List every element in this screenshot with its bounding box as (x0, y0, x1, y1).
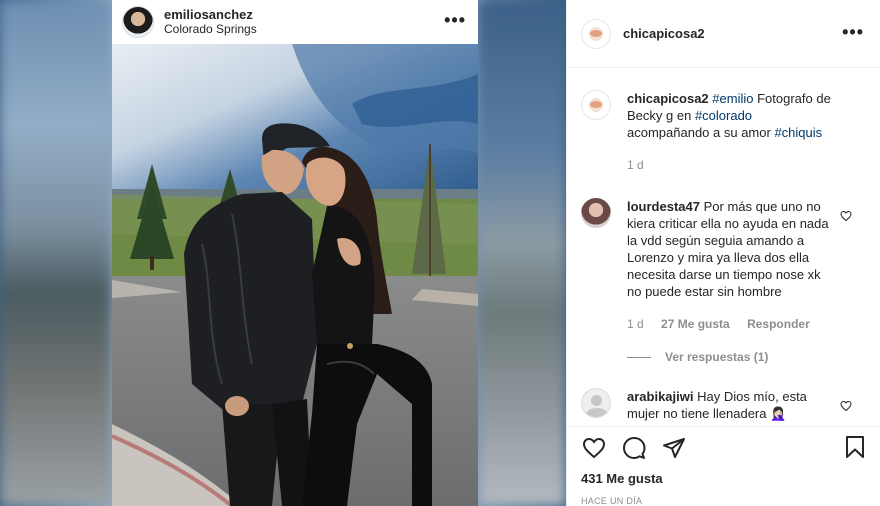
post-location[interactable]: Colorado Springs (164, 22, 257, 37)
comment-username[interactable]: lourdesta47 (627, 199, 700, 214)
caption-time[interactable]: 1 d (627, 158, 644, 172)
hashtag-chiquis[interactable]: #chiquis (774, 125, 822, 140)
commenter-avatar[interactable] (581, 198, 611, 228)
comment-meta: 1 d 27 Me gusta Responder (627, 316, 837, 333)
post-timestamp[interactable]: HACE UN DÍA (581, 496, 866, 506)
hashtag-colorado[interactable]: #colorado (695, 108, 752, 123)
post-username[interactable]: emiliosanchez (164, 7, 257, 22)
comments-panel: chicapicosa2 ••• chicapicosa2 #emilio Fo… (566, 0, 880, 506)
replies-divider (627, 357, 651, 358)
author-avatar[interactable] (581, 18, 611, 49)
comment-bubble-icon[interactable] (621, 435, 647, 461)
like-comment-heart-icon[interactable] (840, 210, 852, 222)
post-card: emiliosanchez Colorado Springs ••• (112, 0, 478, 506)
post-author-avatar[interactable] (122, 6, 154, 38)
view-replies-button[interactable]: Ver respuestas (1) (627, 349, 837, 366)
panel-username[interactable]: chicapicosa2 (623, 26, 705, 41)
hashtag-emilio[interactable]: #emilio (712, 91, 753, 106)
post-actions: 431 Me gusta HACE UN DÍA (567, 426, 880, 506)
comment: arabikajiwi Hay Dios mío, esta mujer no … (581, 388, 866, 422)
post-photo[interactable] (112, 44, 478, 506)
more-horizontal-icon[interactable]: ••• (444, 10, 466, 31)
like-heart-icon[interactable] (581, 435, 607, 461)
action-icons (581, 427, 866, 469)
caption-body: chicapicosa2 #emilio Fotografo de Becky … (627, 90, 837, 174)
media-area: emiliosanchez Colorado Springs ••• (0, 0, 566, 506)
comment-body: lourdesta47 Por más que uno no kiera cri… (627, 198, 837, 366)
more-horizontal-icon[interactable]: ••• (842, 22, 864, 43)
caption: chicapicosa2 #emilio Fotografo de Becky … (581, 90, 866, 174)
post-photo-illustration (112, 44, 478, 506)
comments-list[interactable]: chicapicosa2 #emilio Fotografo de Becky … (567, 68, 880, 426)
view-replies-label: Ver respuestas (1) (665, 350, 769, 364)
post-user-info: emiliosanchez Colorado Springs (164, 7, 257, 37)
share-paper-plane-icon[interactable] (661, 435, 687, 461)
comment-time[interactable]: 1 d (627, 317, 644, 331)
comment-text: Por más que uno no kiera criticar ella n… (627, 199, 829, 299)
caption-avatar[interactable] (581, 90, 611, 120)
caption-username[interactable]: chicapicosa2 (627, 91, 709, 106)
comment-likes[interactable]: 27 Me gusta (661, 317, 730, 331)
like-comment-heart-icon[interactable] (840, 400, 852, 412)
commenter-avatar[interactable] (581, 388, 611, 418)
comment: lourdesta47 Por más que uno no kiera cri… (581, 198, 866, 366)
caption-meta: 1 d (627, 157, 837, 174)
blurred-background-left (0, 0, 112, 506)
panel-header: chicapicosa2 ••• (567, 0, 880, 68)
likes-count[interactable]: 431 Me gusta (581, 471, 866, 486)
caption-text-2: acompañando a su amor (627, 125, 775, 140)
comment-body: arabikajiwi Hay Dios mío, esta mujer no … (627, 388, 837, 422)
post-header: emiliosanchez Colorado Springs ••• (112, 0, 478, 44)
comment-username[interactable]: arabikajiwi (627, 389, 693, 404)
blurred-background-right (478, 0, 566, 506)
bookmark-icon[interactable] (844, 435, 866, 464)
reply-button[interactable]: Responder (747, 317, 810, 331)
